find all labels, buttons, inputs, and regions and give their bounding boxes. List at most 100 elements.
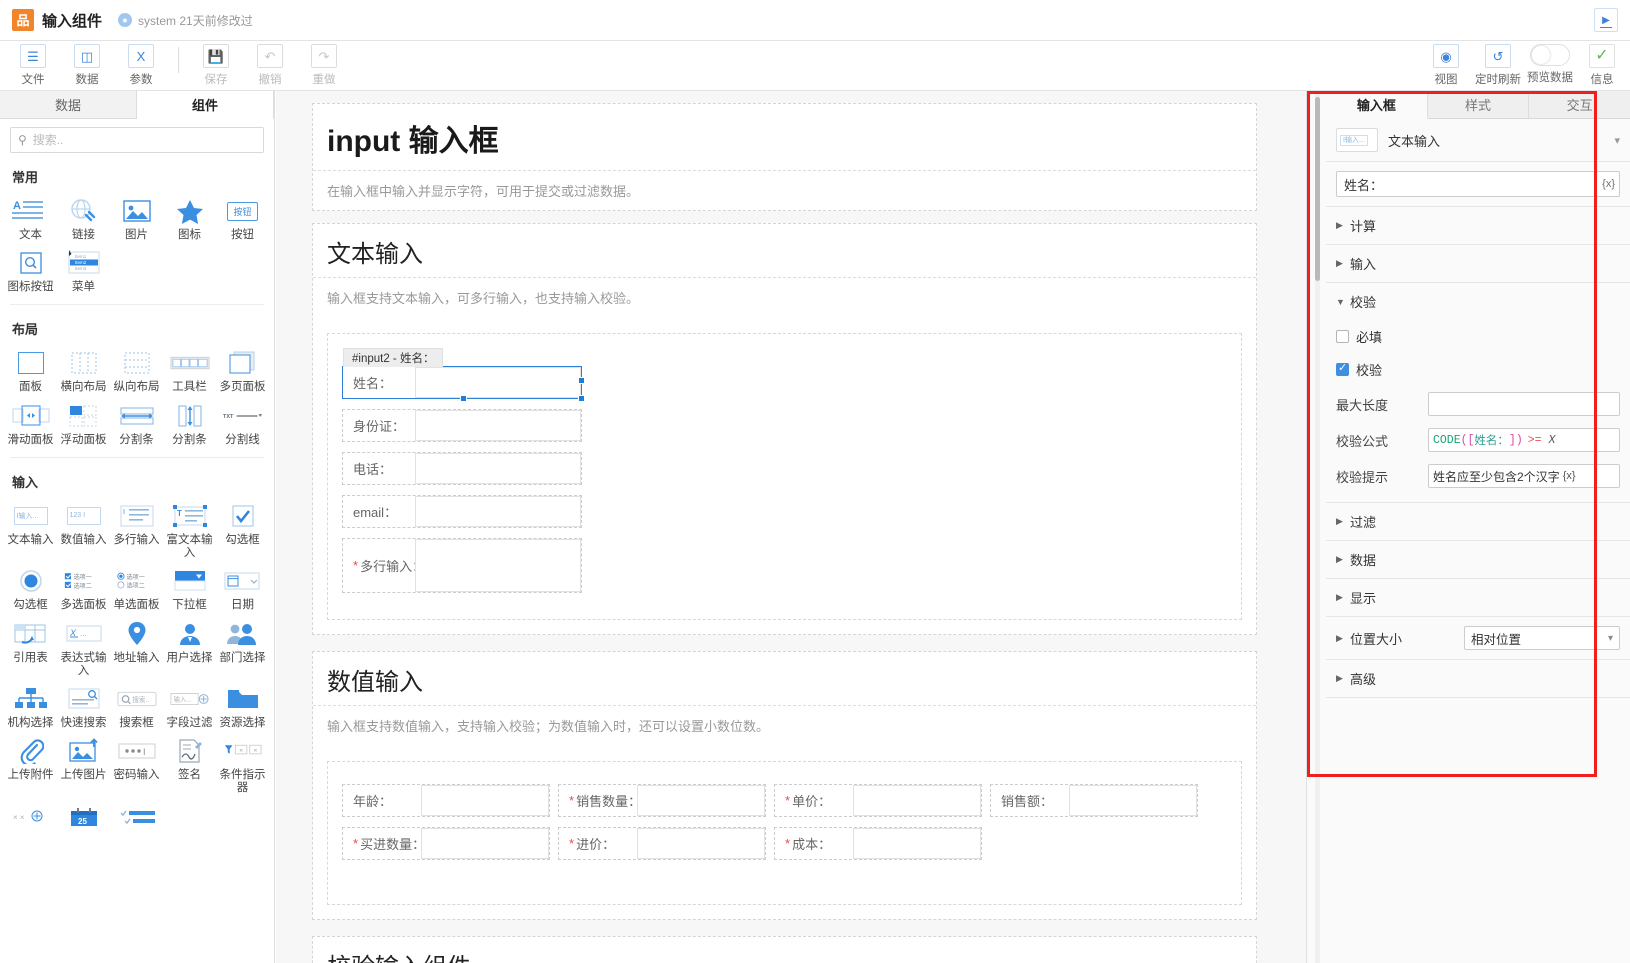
component-dropdown[interactable]: 下拉框	[163, 562, 216, 614]
component-field-filter[interactable]: 输入... 字段过滤	[163, 680, 216, 732]
resize-handle-corner[interactable]	[578, 395, 585, 402]
component-radio[interactable]: 勾选框	[4, 562, 57, 614]
field-input[interactable]	[415, 453, 581, 484]
component-float-panel[interactable]: 浮动面板	[57, 397, 110, 449]
tab-input-box[interactable]: 输入框	[1326, 91, 1428, 119]
component-menu[interactable]: Item1Item2Item3 菜单	[57, 244, 110, 296]
validation-hint-field[interactable]: 姓名应至少包含2个汉字 {x}	[1428, 464, 1620, 488]
component-org-select[interactable]: 机构选择	[4, 680, 57, 732]
component-partial-c[interactable]	[110, 798, 163, 834]
accordion-advanced[interactable]: ▶ 高级	[1326, 660, 1630, 698]
component-panel[interactable]: 面板	[4, 344, 57, 396]
component-reference-table[interactable]: 引用表	[4, 615, 57, 680]
section-number-input[interactable]: 数值输入 输入框支持数值输入，支持输入校验；为数值输入时，还可以设置小数位数。 …	[312, 651, 1257, 920]
resize-handle-bottom[interactable]	[460, 395, 467, 402]
validate-checkbox-row[interactable]: 校验	[1326, 353, 1630, 386]
component-multi-select-panel[interactable]: 选项一选项二 多选面板	[57, 562, 110, 614]
component-multiline-input[interactable]: I 多行输入	[110, 497, 163, 562]
field-phone[interactable]: 电话：	[342, 452, 582, 485]
component-department-select[interactable]: 部门选择	[216, 615, 269, 680]
component-date-picker[interactable]: 日期	[216, 562, 269, 614]
required-checkbox-row[interactable]: 必填	[1326, 320, 1630, 353]
ribbon-button-timed-refresh[interactable]: ↺ 定时刷新	[1472, 41, 1524, 89]
field-input[interactable]	[853, 828, 981, 859]
component-split-bar-vertical[interactable]: 分割条	[163, 397, 216, 449]
field-name[interactable]: #input2 - 姓名： 姓名：	[342, 366, 582, 399]
position-select[interactable]: 相对位置 ▾	[1464, 626, 1620, 650]
component-upload-image[interactable]: 上传图片	[57, 732, 110, 797]
component-upload-attachment[interactable]: 上传附件	[4, 732, 57, 797]
field-input[interactable]	[415, 367, 581, 398]
formula-fx-icon[interactable]: {x}	[1602, 178, 1615, 190]
tab-components[interactable]: 组件	[137, 91, 274, 119]
component-toolbar[interactable]: 工具栏	[163, 344, 216, 396]
label-field[interactable]: {x}	[1336, 171, 1620, 197]
component-quick-search[interactable]: 快速搜索	[57, 680, 110, 732]
component-horizontal-layout[interactable]: 横向布局	[57, 344, 110, 396]
position-select-wrap[interactable]: 相对位置 ▾	[1464, 626, 1620, 650]
accordion-display[interactable]: ▶ 显示	[1326, 579, 1630, 617]
component-vertical-layout[interactable]: 纵向布局	[110, 344, 163, 396]
field-buy-qty[interactable]: * 买进数量：	[342, 827, 550, 860]
ribbon-button-view[interactable]: ◉ 视图	[1420, 41, 1472, 89]
accordion-validation[interactable]: ▼ 校验	[1326, 283, 1630, 320]
component-icon-button[interactable]: 图标按钮	[4, 244, 57, 296]
validation-formula-field[interactable]: CODE([姓名：])>=X	[1428, 428, 1620, 452]
field-age[interactable]: 年龄：	[342, 784, 550, 817]
accordion-input[interactable]: ▶ 输入	[1326, 245, 1630, 283]
field-input[interactable]	[1069, 785, 1197, 816]
chevron-down-icon[interactable]: ▾	[1614, 134, 1620, 147]
ribbon-button-file[interactable]: ☰ 文件	[6, 41, 60, 89]
component-single-select-panel[interactable]: 选项一选项二 单选面板	[110, 562, 163, 614]
component-image[interactable]: 图片	[110, 192, 163, 244]
formula-fx-icon[interactable]: {x}	[1563, 470, 1576, 482]
field-input[interactable]	[853, 785, 981, 816]
resize-handle-right[interactable]	[578, 377, 585, 384]
design-canvas[interactable]: input 输入框 在输入框中输入并显示字符，可用于提交或过滤数据。 文本输入 …	[276, 91, 1306, 963]
component-text[interactable]: A 文本	[4, 192, 57, 244]
field-input[interactable]	[415, 410, 581, 441]
panel-scrollbar-thumb[interactable]	[1315, 97, 1320, 281]
field-input[interactable]	[637, 828, 765, 859]
component-signature[interactable]: 签名	[163, 732, 216, 797]
component-rich-text-input[interactable]: T 富文本输入	[163, 497, 216, 562]
component-password-input[interactable]: I 密码输入	[110, 732, 163, 797]
ribbon-button-save[interactable]: 💾 保存	[189, 41, 243, 89]
field-purchase-price[interactable]: * 进价：	[558, 827, 766, 860]
ribbon-toggle-preview-data[interactable]: 预览数据	[1524, 41, 1576, 89]
component-partial-b[interactable]: 25	[57, 798, 110, 834]
component-address-input[interactable]: 地址输入	[110, 615, 163, 680]
max-length-input[interactable]	[1428, 392, 1620, 416]
component-number-input[interactable]: 123 I 数值输入	[57, 497, 110, 562]
required-checkbox[interactable]	[1336, 330, 1349, 343]
component-link[interactable]: 链接	[57, 192, 110, 244]
component-search-box[interactable]: 搜索.. 搜索框	[110, 680, 163, 732]
component-icon[interactable]: 图标	[163, 192, 216, 244]
accordion-data[interactable]: ▶ 数据	[1326, 541, 1630, 579]
field-id-card[interactable]: 身份证：	[342, 409, 582, 442]
component-slide-panel[interactable]: 滑动面板	[4, 397, 57, 449]
formula-fx-icon[interactable]: X	[1549, 434, 1556, 447]
accordion-filter[interactable]: ▶ 过滤	[1326, 503, 1630, 541]
component-button[interactable]: 按钮 按钮	[216, 192, 269, 244]
ribbon-button-parameter[interactable]: X 参数	[114, 41, 168, 89]
component-split-line[interactable]: TXT 分割线	[216, 397, 269, 449]
accordion-calculate[interactable]: ▶ 计算	[1326, 207, 1630, 245]
ribbon-button-undo[interactable]: ↶ 撤销	[243, 41, 297, 89]
field-email[interactable]: email：	[342, 495, 582, 528]
component-checkbox[interactable]: 勾选框	[216, 497, 269, 562]
component-multi-page-panel[interactable]: 多页面板	[216, 344, 269, 396]
section-text-input[interactable]: 文本输入 输入框支持文本输入，可多行输入，也支持输入校验。 #input2 - …	[312, 223, 1257, 635]
field-unit-price[interactable]: * 单价：	[774, 784, 982, 817]
section-intro[interactable]: input 输入框 在输入框中输入并显示字符，可用于提交或过滤数据。	[312, 103, 1257, 211]
field-multiline[interactable]: * 多行输入：	[342, 538, 582, 593]
component-resource-select[interactable]: 资源选择	[216, 680, 269, 732]
section-validate-input[interactable]: 校验输入组件	[312, 936, 1257, 963]
tab-data[interactable]: 数据	[0, 91, 137, 118]
field-cost[interactable]: * 成本：	[774, 827, 982, 860]
accordion-position-size[interactable]: ▶ 位置大小 相对位置 ▾	[1326, 617, 1630, 660]
component-condition-indicator[interactable]: ×× 条件指示器	[216, 732, 269, 797]
component-expression-input[interactable]: X... 表达式输入	[57, 615, 110, 680]
field-sales-amount[interactable]: 销售额：	[990, 784, 1198, 817]
ribbon-button-data[interactable]: ◫ 数据	[60, 41, 114, 89]
